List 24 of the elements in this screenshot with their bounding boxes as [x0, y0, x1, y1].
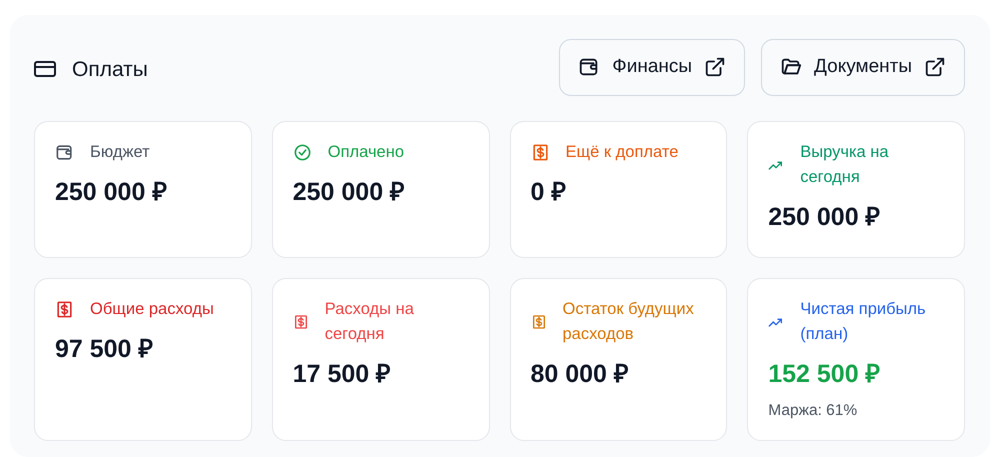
- card-value: 250 000 ₽: [55, 176, 168, 208]
- card-label: Чистая прибыль (план): [800, 298, 927, 344]
- margin-note: Маржа: 61%: [768, 401, 858, 421]
- credit-card-icon: [34, 60, 56, 78]
- card-label: Остаток будущих расходов: [562, 298, 695, 344]
- card-value: 250 000 ₽: [768, 202, 882, 232]
- card-label: Ещё к доплате: [566, 142, 678, 162]
- external-link-icon: [924, 56, 946, 78]
- card-label: Выручка на сегодня: [800, 142, 890, 188]
- external-link-icon: [704, 56, 726, 78]
- card-value: 0 ₽: [530, 176, 568, 208]
- link-button[interactable]: Документы: [761, 39, 965, 96]
- wallet-icon: [578, 56, 600, 78]
- card-label: Расходы на сегодня: [324, 298, 415, 344]
- card-label: Общие расходы: [90, 298, 214, 320]
- card-value: 80 000 ₽: [530, 358, 630, 390]
- card-label: Бюджет: [90, 142, 150, 162]
- link-button[interactable]: Финансы: [559, 39, 746, 96]
- card-value: 152 500 ₽: [768, 358, 882, 390]
- panel-title: Оплаты: [72, 56, 148, 82]
- card-label: Оплачено: [328, 142, 404, 162]
- card-value: 17 500 ₽: [292, 358, 392, 390]
- card-value: 97 500 ₽: [55, 334, 154, 364]
- card-value: 250 000 ₽: [292, 176, 406, 208]
